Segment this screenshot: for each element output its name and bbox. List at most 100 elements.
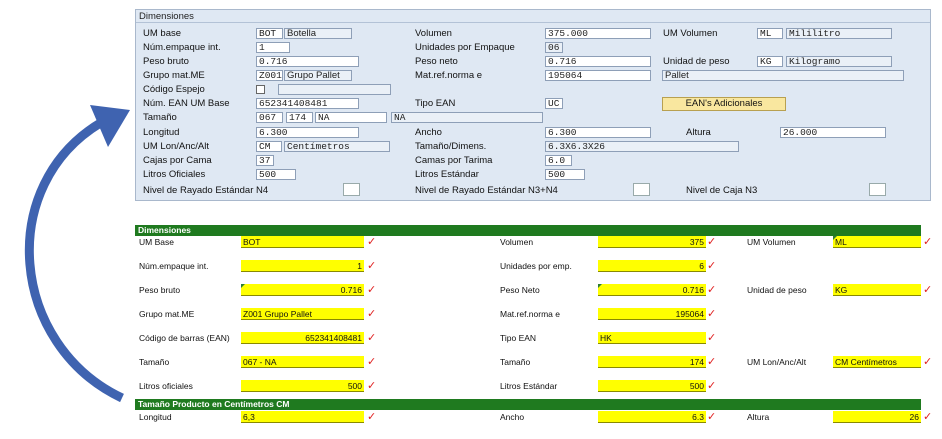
check-icon: ✓ <box>367 356 377 368</box>
xl-grupo-mat-label: Grupo mat.ME <box>139 309 195 319</box>
xl-um-volumen-cell[interactable]: ML <box>833 236 921 248</box>
camas-tarima-label: Camas por Tarima <box>415 155 493 166</box>
xl-mat-ref-cell[interactable]: 195064 <box>598 308 706 320</box>
um-volumen-label: UM Volumen <box>663 28 718 39</box>
volumen-label: Volumen <box>415 28 452 39</box>
tamano-field-3[interactable]: NA <box>315 112 387 123</box>
um-base-text-field: Botella <box>284 28 352 39</box>
xl-unidad-peso-cell[interactable]: KG <box>833 284 921 296</box>
longitud-field[interactable]: 6.300 <box>256 127 359 138</box>
unidad-peso-text-field: Kilogramo <box>786 56 892 67</box>
xl-volumen-cell[interactable]: 375 <box>598 236 706 248</box>
tamano-label: Tamaño <box>143 112 177 123</box>
unidad-peso-code-field[interactable]: KG <box>757 56 783 67</box>
xl-altura-cell[interactable]: 26 <box>833 411 921 423</box>
tipo-ean-label: Tipo EAN <box>415 98 456 109</box>
sap-title-divider <box>136 22 930 23</box>
tamano-field-4: NA <box>391 112 543 123</box>
xl-litros-estandar-label: Litros Estándar <box>500 381 558 391</box>
peso-bruto-field[interactable]: 0.716 <box>256 56 359 67</box>
codigo-espejo-checkbox[interactable] <box>256 85 265 94</box>
tamano-field-1[interactable]: 067 <box>256 112 283 123</box>
xl-um-lon-cell[interactable]: CM Centímetros <box>833 356 921 368</box>
tamano-field-2[interactable]: 174 <box>286 112 313 123</box>
xl-peso-bruto-cell[interactable]: 0.716 <box>241 284 364 296</box>
ancho-label: Ancho <box>415 127 442 138</box>
caja-n3-box[interactable] <box>869 183 886 196</box>
peso-neto-field[interactable]: 0.716 <box>545 56 651 67</box>
check-icon: ✓ <box>923 356 933 368</box>
rayado-n4-label: Nivel de Rayado Estándar N4 <box>143 185 269 196</box>
check-icon: ✓ <box>367 284 377 296</box>
check-icon: ✓ <box>923 284 933 296</box>
xl-mat-ref-label: Mat.ref.norma e <box>500 309 560 319</box>
xl-tamano-cell[interactable]: 067 - NA <box>241 356 364 368</box>
xl-longitud-cell[interactable]: 6,3 <box>241 411 364 423</box>
um-base-label: UM base <box>143 28 182 39</box>
peso-bruto-label: Peso bruto <box>143 56 189 67</box>
xl-tipo-ean-cell[interactable]: HK <box>598 332 706 344</box>
camas-tarima-field[interactable]: 6.0 <box>545 155 572 166</box>
check-icon: ✓ <box>707 284 717 296</box>
xl-tamano-2-label: Tamaño <box>500 357 531 367</box>
xl-num-empaque-cell[interactable]: 1 <box>241 260 364 272</box>
check-icon: ✓ <box>367 308 377 320</box>
xl-unid-emp-cell[interactable]: 6 <box>598 260 706 272</box>
grupo-mat-code-field[interactable]: Z001 <box>256 70 283 81</box>
grupo-mat-text-field: Grupo Pallet <box>284 70 352 81</box>
rayado-n4-box[interactable] <box>343 183 360 196</box>
xl-litros-estandar-cell[interactable]: 500 <box>598 380 706 392</box>
unidad-peso-label: Unidad de peso <box>663 56 730 67</box>
um-lon-code-field[interactable]: CM <box>256 141 282 152</box>
xl-um-volumen-label: UM Volumen <box>747 237 796 247</box>
check-icon: ✓ <box>367 236 377 248</box>
xl-header-tamano-producto: Tamaño Producto en Centímetros CM <box>135 399 921 410</box>
um-base-code-field[interactable]: BOT <box>256 28 283 39</box>
xl-peso-neto-cell[interactable]: 0.716 <box>598 284 706 296</box>
longitud-label: Longitud <box>143 127 180 138</box>
peso-neto-label: Peso neto <box>415 56 458 67</box>
rayado-n3n4-box[interactable] <box>633 183 650 196</box>
xl-num-empaque-label: Núm.empaque int. <box>139 261 209 271</box>
caja-n3-label: Nivel de Caja N3 <box>686 185 758 196</box>
xl-tamano-2-cell[interactable]: 174 <box>598 356 706 368</box>
litros-estandar-field[interactable]: 500 <box>545 169 585 180</box>
sap-panel-title: Dimensiones <box>139 11 194 22</box>
xl-altura-label: Altura <box>747 412 770 422</box>
xl-um-base-cell[interactable]: BOT <box>241 236 364 248</box>
litros-oficiales-field[interactable]: 500 <box>256 169 296 180</box>
altura-field[interactable]: 26.000 <box>780 127 886 138</box>
xl-ancho-label: Ancho <box>500 412 525 422</box>
xl-litros-oficiales-cell[interactable]: 500 <box>241 380 364 392</box>
num-ean-field[interactable]: 652341408481 <box>256 98 359 109</box>
mat-ref-text-field: Pallet <box>662 70 904 81</box>
ancho-field[interactable]: 6.300 <box>545 127 651 138</box>
tipo-ean-field[interactable]: UC <box>545 98 563 109</box>
num-ean-label: Núm. EAN UM Base <box>143 98 230 109</box>
mat-ref-field[interactable]: 195064 <box>545 70 651 81</box>
tamano-dim-field: 6.3X6.3X26 <box>545 141 739 152</box>
grupo-mat-label: Grupo mat.ME <box>143 70 205 81</box>
rayado-n3n4-label: Nivel de Rayado Estándar N3+N4 <box>415 185 558 196</box>
litros-estandar-label: Litros Estándar <box>415 169 479 180</box>
xl-header-dimensiones: Dimensiones <box>135 225 921 236</box>
altura-label: Altura <box>686 127 711 138</box>
xl-peso-bruto-label: Peso bruto <box>139 285 181 295</box>
xl-unid-emp-label: Unidades por emp. <box>500 261 572 271</box>
num-empaque-field[interactable]: 1 <box>256 42 290 53</box>
check-icon: ✓ <box>367 411 377 423</box>
um-volumen-code-field[interactable]: ML <box>757 28 783 39</box>
check-icon: ✓ <box>367 332 377 344</box>
eans-adicionales-button[interactable]: EAN's Adicionales <box>662 97 786 111</box>
xl-grupo-mat-cell[interactable]: Z001 Grupo Pallet <box>241 308 364 320</box>
volumen-field[interactable]: 375.000 <box>545 28 651 39</box>
xl-peso-neto-label: Peso Neto <box>500 285 540 295</box>
cajas-cama-field[interactable]: 37 <box>256 155 274 166</box>
check-icon: ✓ <box>367 260 377 272</box>
num-empaque-label: Núm.empaque int. <box>143 42 221 53</box>
um-lon-label: UM Lon/Anc/Alt <box>143 141 209 152</box>
unidades-empaque-label: Unidades por Empaque <box>415 42 515 53</box>
mat-ref-label: Mat.ref.norma e <box>415 70 483 81</box>
xl-codigo-barras-cell[interactable]: 652341408481 <box>241 332 364 344</box>
xl-ancho-cell[interactable]: 6.3 <box>598 411 706 423</box>
